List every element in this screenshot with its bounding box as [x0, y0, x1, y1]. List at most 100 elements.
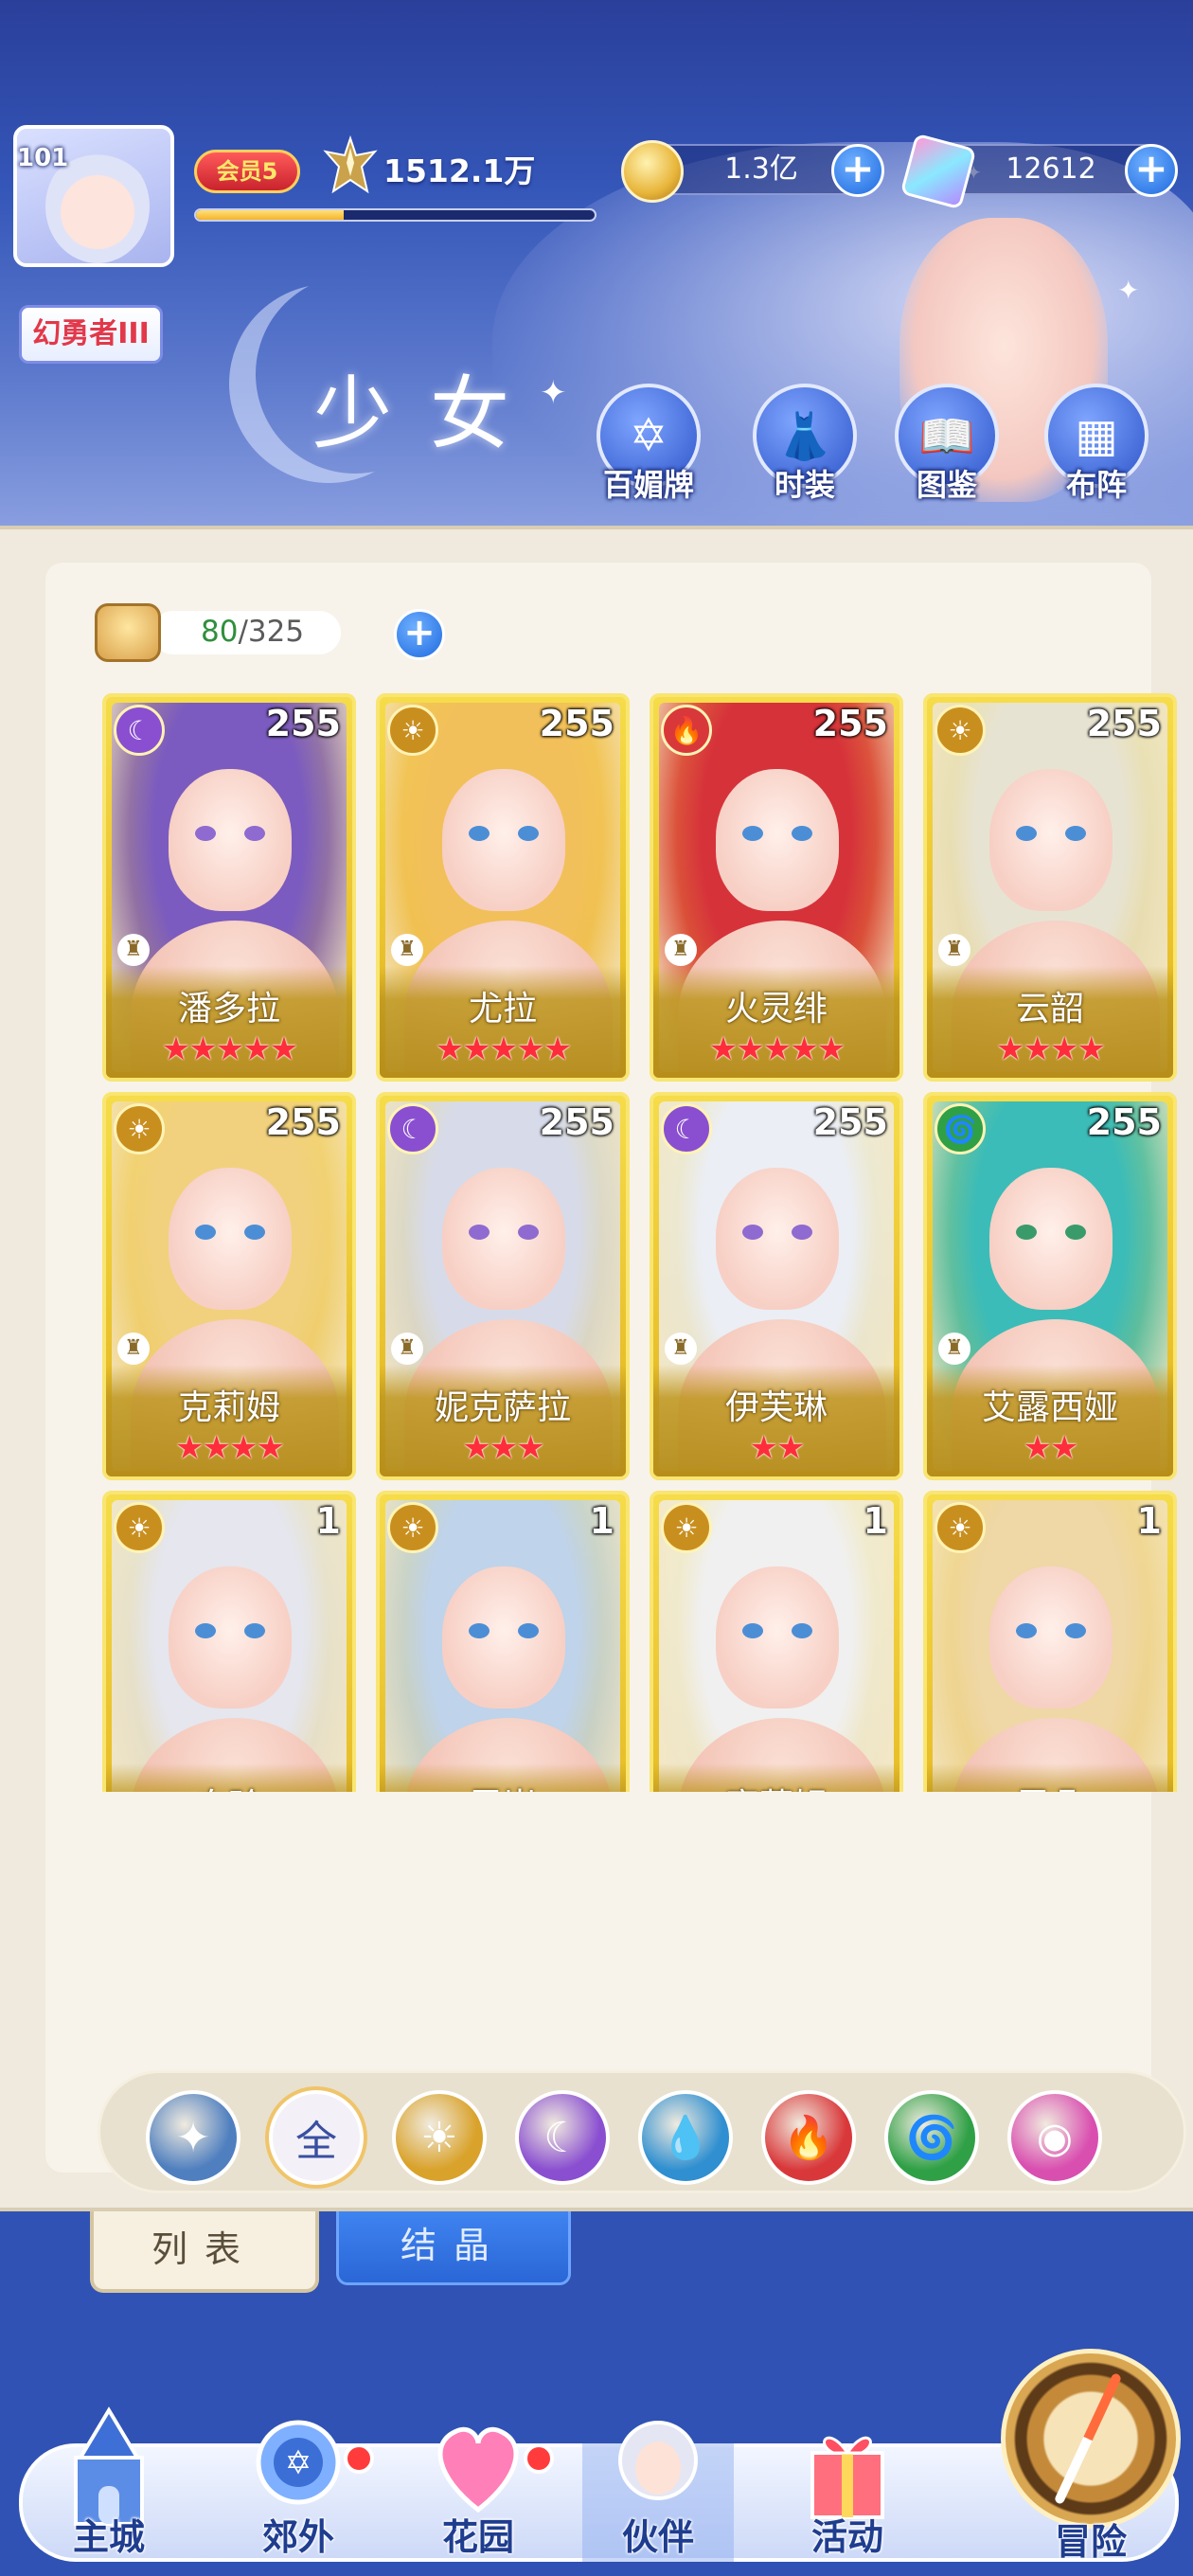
- card-deck-button[interactable]: ✡ 百媚牌: [582, 384, 715, 507]
- page-title: 少女: [312, 367, 548, 460]
- nav-adventure-compass[interactable]: 冒险: [996, 2349, 1185, 2576]
- sun-element-icon: ☀: [387, 705, 438, 756]
- star-icon: ★: [1023, 1429, 1053, 1467]
- gold-value: 1.3亿: [724, 152, 798, 186]
- star-icon: ★: [229, 1429, 258, 1467]
- character-grid: ☾ 255 ♜ 潘多拉 ★★★★★ ☀ 255 ♜ 尤拉 ★★★★★ 🔥 255…: [102, 693, 1191, 1792]
- star-icon: ★: [489, 1030, 519, 1068]
- tab-list[interactable]: 列表: [90, 2211, 319, 2293]
- filter-love-button[interactable]: ◉: [1007, 2090, 1102, 2185]
- star-icon: ★: [242, 1030, 272, 1068]
- character-eye: [742, 1623, 763, 1638]
- player-level: 101: [17, 144, 69, 172]
- codex-button[interactable]: 📖 图鉴: [881, 384, 1013, 507]
- character-eye: [742, 826, 763, 841]
- all-filter-icon: 全: [295, 2118, 337, 2166]
- character-face: [169, 1566, 292, 1708]
- nav-castle[interactable]: 主城: [24, 2406, 194, 2571]
- character-eye: [792, 826, 812, 841]
- nav-label: 冒险: [1054, 2521, 1127, 2563]
- notification-badge: [344, 2443, 374, 2474]
- sun-element-icon: ☀: [387, 1502, 438, 1553]
- formation-button[interactable]: ▦ 布阵: [1030, 384, 1163, 507]
- nav-gift-box[interactable]: 活动: [762, 2406, 933, 2571]
- wind-element-icon: 🌀: [935, 1103, 986, 1154]
- star-icon: ★: [1050, 1429, 1079, 1467]
- character-eye: [792, 1623, 812, 1638]
- filter-moon-button[interactable]: ☾: [515, 2090, 610, 2185]
- sun-element-icon: ☀: [114, 1502, 165, 1553]
- filter-all-button[interactable]: 全: [269, 2090, 364, 2185]
- outfit-label: 时装: [774, 467, 835, 503]
- outfit-button[interactable]: 👗 时装: [739, 384, 871, 507]
- star-rating: ★★: [653, 1429, 899, 1467]
- nav-garden-heart[interactable]: 花园: [393, 2406, 563, 2571]
- character-card[interactable]: ☾ 255 ♜ 潘多拉 ★★★★★: [102, 693, 356, 1082]
- star-icon: ★: [161, 1030, 191, 1068]
- character-level: 255: [539, 1101, 614, 1143]
- filter-sun-button[interactable]: ☀: [392, 2090, 487, 2185]
- nav-portal[interactable]: ✡ 郊外: [213, 2406, 383, 2571]
- character-eye: [518, 826, 539, 841]
- character-card[interactable]: ☾ 255 ♜ 伊芙琳 ★★: [650, 1092, 903, 1480]
- character-card[interactable]: ☀ 1 蜜莉姆 ★★★★★: [650, 1491, 903, 1792]
- filter-mystic-button[interactable]: ✦: [146, 2090, 240, 2185]
- nav-label: 主城: [72, 2516, 145, 2558]
- moon-element-icon: ☾: [543, 2113, 581, 2162]
- character-card[interactable]: ☀ 255 ♜ 克莉姆 ★★★★: [102, 1092, 356, 1480]
- rook-class-icon: ♜: [938, 1333, 970, 1365]
- gem-value: 12612: [1006, 152, 1096, 186]
- rook-class-icon: ♜: [117, 1333, 150, 1365]
- character-name: 尤拉: [468, 990, 537, 1029]
- character-face: [442, 1566, 565, 1708]
- capacity-current: 80: [201, 615, 239, 649]
- character-eye: [195, 1225, 216, 1240]
- star-rating: ★★★: [380, 1429, 626, 1467]
- filter-water-button[interactable]: 💧: [638, 2090, 733, 2185]
- character-name: 伊芙琳: [724, 1388, 828, 1427]
- character-card[interactable]: ☀ 1 霜岚 ★★★★★: [376, 1491, 630, 1792]
- filter-fire-button[interactable]: 🔥: [761, 2090, 856, 2185]
- add-gem-button[interactable]: +: [1125, 144, 1178, 197]
- character-level: 255: [1086, 1101, 1162, 1143]
- character-card[interactable]: 🔥 255 ♜ 火灵绯 ★★★★★: [650, 693, 903, 1082]
- star-icon: ★: [996, 1030, 1025, 1068]
- bag-icon: [95, 603, 161, 662]
- star-rating: ★★★★★: [106, 1030, 352, 1068]
- character-panel: 80/325 + ☾ 255 ♜ 潘多拉 ★★★★★ ☀ 255 ♜ 尤拉 ★★: [0, 526, 1193, 2211]
- star-icon: ★: [202, 1429, 232, 1467]
- notification-badge: [524, 2443, 554, 2474]
- character-name: 妮克萨拉: [434, 1388, 571, 1427]
- star-icon: ★: [1077, 1030, 1106, 1068]
- character-card[interactable]: ☀ 255 ♜ 尤拉 ★★★★★: [376, 693, 630, 1082]
- character-card[interactable]: ☀ 1 白玲 ★★★★★: [102, 1491, 356, 1792]
- character-eye: [244, 1225, 265, 1240]
- add-gold-button[interactable]: +: [831, 144, 884, 197]
- character-card[interactable]: ☾ 255 ♜ 妮克萨拉 ★★★: [376, 1092, 630, 1480]
- character-face: [442, 769, 565, 911]
- character-eye: [792, 1225, 812, 1240]
- expand-capacity-button[interactable]: +: [394, 609, 445, 660]
- character-card[interactable]: ☀ 255 ♜ 云韶 ★★★★: [923, 693, 1177, 1082]
- vip-badge[interactable]: 会员5: [194, 150, 300, 193]
- character-level: 255: [265, 703, 341, 744]
- star-icon: ★: [816, 1030, 846, 1068]
- tab-crystal[interactable]: 结晶: [336, 2211, 571, 2285]
- star-rating: ★★: [927, 1429, 1173, 1467]
- sun-element-icon: ☀: [935, 1502, 986, 1553]
- character-level: 1: [589, 1500, 614, 1542]
- moon-element-icon: ☾: [114, 705, 165, 756]
- nav-partner[interactable]: 伙伴: [573, 2406, 743, 2571]
- rook-class-icon: ♜: [665, 1333, 697, 1365]
- character-level: 1: [863, 1500, 888, 1542]
- character-eye: [518, 1623, 539, 1638]
- character-card[interactable]: ☀ 1 露朵 ★★★★★: [923, 1491, 1177, 1792]
- character-eye: [469, 1225, 490, 1240]
- svg-text:✡: ✡: [285, 2444, 312, 2482]
- gold-counter: 1.3亿 +: [621, 140, 884, 203]
- character-face: [716, 1566, 839, 1708]
- moon-element-icon: ☾: [387, 1103, 438, 1154]
- filter-wind-button[interactable]: 🌀: [884, 2090, 979, 2185]
- character-eye: [1065, 1623, 1086, 1638]
- character-card[interactable]: 🌀 255 ♜ 艾露西娅 ★★: [923, 1092, 1177, 1480]
